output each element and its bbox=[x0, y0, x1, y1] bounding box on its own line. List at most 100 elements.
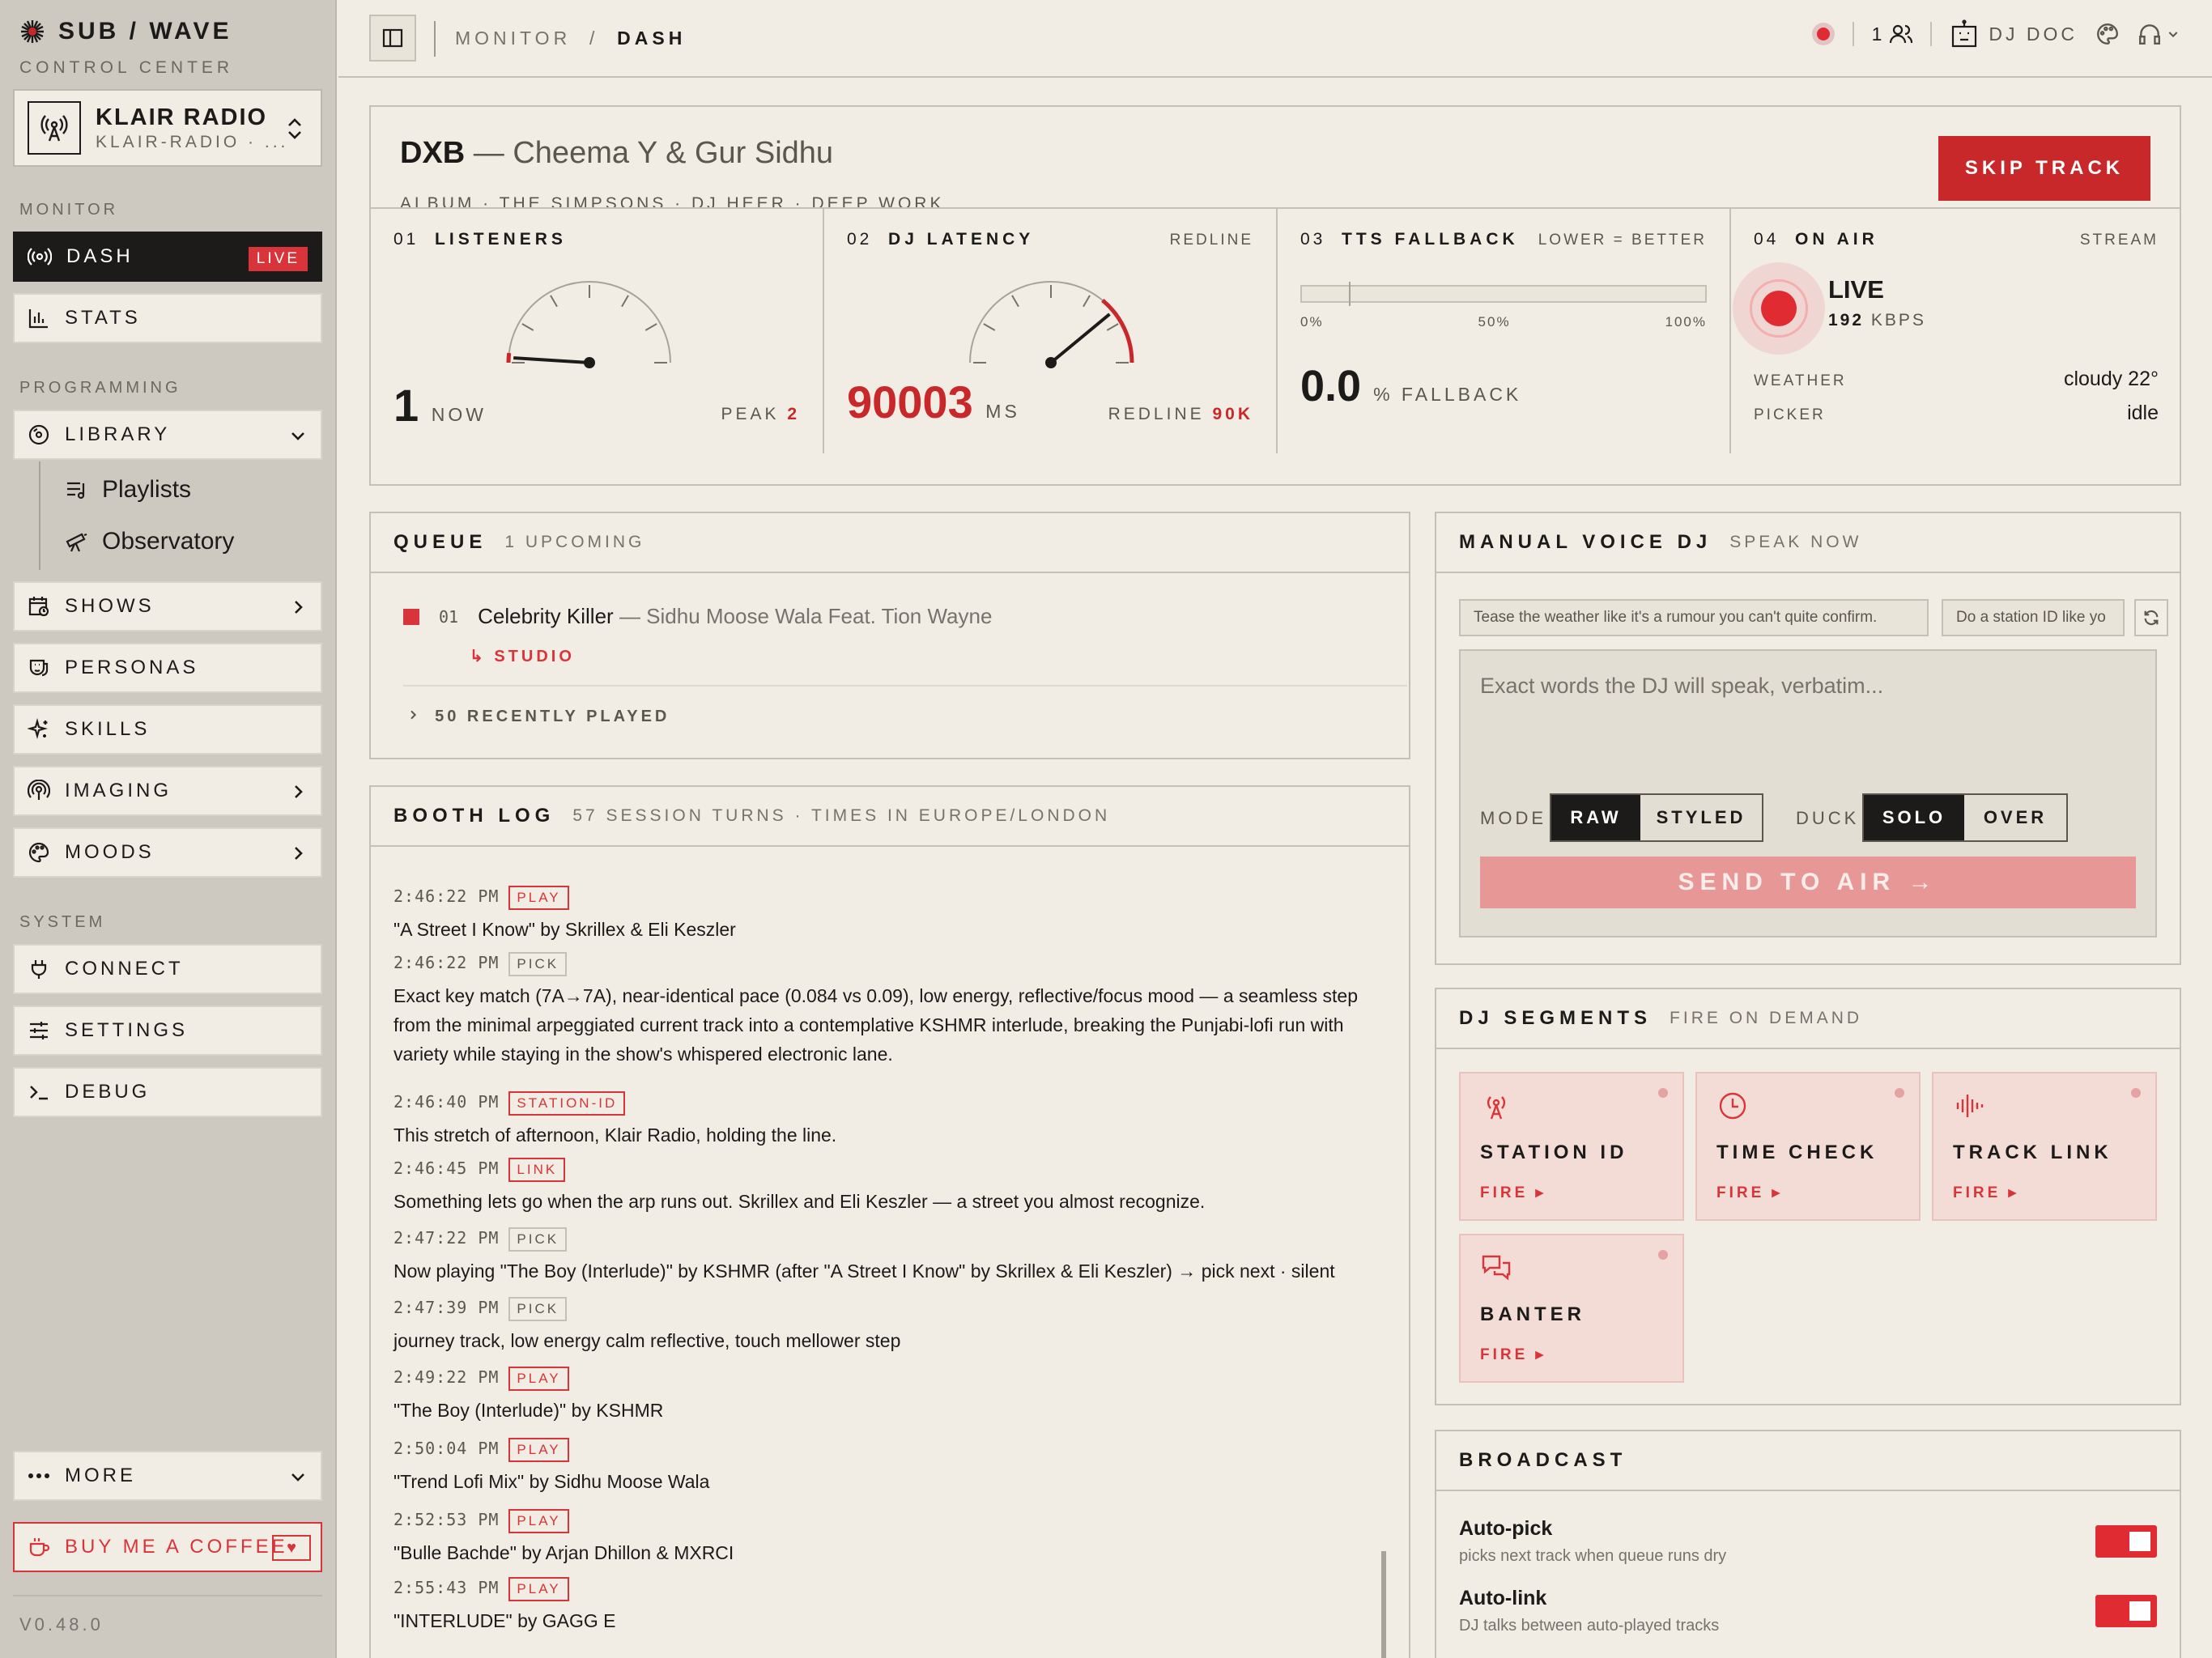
playlist-icon bbox=[67, 482, 85, 500]
broadcast-icon bbox=[28, 248, 52, 266]
dj-script-placeholder: Exact words the DJ will speak, verbatim.… bbox=[1480, 674, 1884, 698]
sidebar-item-shows[interactable]: SHOWS bbox=[13, 581, 322, 631]
sidebar-subitem-playlists[interactable]: Playlists bbox=[65, 476, 191, 504]
log-time: 2:46:45 PM bbox=[393, 1158, 500, 1178]
sidebar-item-moods[interactable]: MOODS bbox=[13, 827, 322, 878]
sidebar-subitem-observatory[interactable]: Observatory bbox=[65, 528, 234, 555]
log-time: 2:47:39 PM bbox=[393, 1298, 500, 1317]
sidebar-item-label: MORE bbox=[65, 1465, 136, 1486]
sidebar-item-stats[interactable]: STATS bbox=[13, 293, 322, 343]
queue-panel: QUEUE 1 UPCOMING 01 Celebrity Killer — S… bbox=[369, 512, 1410, 759]
breadcrumb: MONITOR / DASH bbox=[455, 28, 686, 49]
sidebar-item-label: SHOWS bbox=[65, 595, 155, 617]
send-to-air-button[interactable]: SEND TO AIR → bbox=[1480, 857, 2136, 908]
sidebar-item-label: STATS bbox=[65, 307, 141, 329]
chevron-right-icon bbox=[410, 710, 417, 720]
mode-styled-option[interactable]: STYLED bbox=[1640, 795, 1762, 840]
dj-selector[interactable]: DJ DOC bbox=[1950, 19, 2078, 49]
voice-dj-subtitle: SPEAK NOW bbox=[1729, 533, 1862, 551]
segment-card-track-link[interactable]: TRACK LINK FIRE ▸ bbox=[1932, 1072, 2157, 1221]
log-entry: 2:50:04 PM PLAY "Trend Lofi Mix" by Sidhu … bbox=[393, 1438, 1389, 1496]
booth-log-panel: BOOTH LOG 57 SESSION TURNS · TIMES IN EU… bbox=[369, 785, 1410, 1658]
broadcast-title: BROADCAST bbox=[1459, 1449, 1627, 1471]
listeners-value: 1 NOW bbox=[393, 379, 487, 432]
auto-pick-toggle[interactable] bbox=[2095, 1525, 2157, 1558]
gauge-tick bbox=[621, 295, 629, 308]
sidebar-item-debug[interactable]: DEBUG bbox=[13, 1067, 322, 1117]
log-entry: 2:46:45 PM LINK Something lets go when the… bbox=[393, 1158, 1389, 1216]
antenna-icon bbox=[28, 101, 81, 155]
stat-dj-latency: 02 DJ LATENCY REDLINE 90003 MS REDLINE 9… bbox=[824, 209, 1278, 453]
setting-desc: DJ talks between auto-played tracks bbox=[1459, 1617, 1720, 1635]
sidebar-item-personas[interactable]: PERSONAS bbox=[13, 643, 322, 693]
mode-raw-option[interactable]: RAW bbox=[1551, 795, 1640, 840]
redline-value: 90K bbox=[1212, 405, 1253, 423]
stat-header: 04 ON AIR bbox=[1754, 230, 1878, 249]
queue-title: QUEUE bbox=[393, 531, 487, 553]
log-message: "INTERLUDE" by GAGG E bbox=[393, 1610, 616, 1631]
stat-header: 01 LISTENERS bbox=[393, 230, 567, 249]
recently-played-toggle[interactable]: 50 RECENTLY PLAYED bbox=[406, 708, 670, 726]
queue-item[interactable]: 01 Celebrity Killer — Sidhu Moose Wala F… bbox=[403, 604, 992, 629]
log-scrollbar[interactable] bbox=[1381, 1551, 1386, 1658]
plug-icon bbox=[31, 960, 47, 979]
prompt-chip[interactable]: Do a station ID like yo bbox=[1942, 599, 2125, 636]
gauge-hub bbox=[1045, 357, 1057, 368]
sidebar-item-connect[interactable]: CONNECT bbox=[13, 944, 322, 994]
segment-title: STATION ID bbox=[1480, 1141, 1628, 1163]
broadcast-header: BROADCAST bbox=[1436, 1431, 2180, 1491]
auto-link-toggle[interactable] bbox=[2095, 1595, 2157, 1627]
stat-label: ON AIR bbox=[1795, 230, 1878, 249]
station-switcher[interactable]: KLAIR RADIO KLAIR-RADIO · ... bbox=[13, 89, 322, 167]
segment-card-station-id[interactable]: STATION ID FIRE ▸ bbox=[1459, 1072, 1684, 1221]
log-time: 2:52:53 PM bbox=[393, 1510, 500, 1529]
duck-solo-option[interactable]: SOLO bbox=[1864, 795, 1964, 840]
buy-me-a-coffee-button[interactable]: BUY ME A COFFEE ♥ bbox=[13, 1522, 322, 1572]
tts-percent: 0.0 bbox=[1300, 362, 1362, 410]
segment-card-banter[interactable]: BANTER FIRE ▸ bbox=[1459, 1234, 1684, 1383]
breadcrumb-root[interactable]: MONITOR bbox=[455, 28, 571, 49]
live-badge: LIVE bbox=[248, 247, 308, 271]
palette-icon[interactable] bbox=[2095, 22, 2120, 46]
sidebar-item-settings[interactable]: SETTINGS bbox=[13, 1005, 322, 1056]
sidebar-item-library[interactable]: LIBRARY bbox=[13, 410, 322, 460]
stat-right-label: LOWER = BETTER bbox=[1538, 232, 1707, 249]
prompt-chip[interactable]: Tease the weather like it's a rumour you… bbox=[1459, 599, 1929, 636]
log-tag: PLAY bbox=[508, 1509, 569, 1533]
topbar-actions: 1 DJ DOC bbox=[1811, 19, 2180, 49]
brand[interactable]: SUB / WAVE bbox=[19, 18, 232, 45]
sidebar-more-toggle[interactable]: MORE bbox=[13, 1451, 322, 1501]
queue-divider bbox=[403, 685, 1407, 687]
recently-played-label: 50 RECENTLY PLAYED bbox=[435, 708, 670, 725]
skip-track-button[interactable]: SKIP TRACK bbox=[1938, 136, 2150, 201]
sidebar-toggle-button[interactable] bbox=[369, 15, 416, 62]
log-entry: 2:46:22 PM PLAY "A Street I Know" by Skril… bbox=[393, 886, 1389, 944]
topbar-divider bbox=[1930, 22, 1933, 46]
picker-value: idle bbox=[2127, 402, 2159, 424]
listeners-count: 1 bbox=[393, 380, 419, 431]
gauge-tick bbox=[550, 295, 558, 308]
sidebar-item-skills[interactable]: SKILLS bbox=[13, 704, 322, 755]
booth-log-list[interactable]: 2:46:22 PM PLAY "A Street I Know" by Skril… bbox=[371, 848, 1409, 1645]
sidebar-item-dash[interactable]: DASH LIVE bbox=[13, 232, 322, 282]
listener-count[interactable]: 1 bbox=[1872, 23, 1913, 45]
segment-card-time-check[interactable]: TIME CHECK FIRE ▸ bbox=[1695, 1072, 1921, 1221]
listeners-unit: NOW bbox=[431, 404, 487, 425]
sidebar-item-imaging[interactable]: IMAGING bbox=[13, 766, 322, 816]
log-message: "Trend Lofi Mix" by Sidhu Moose Wala bbox=[393, 1471, 710, 1492]
on-air-status: LIVE bbox=[1828, 275, 1884, 304]
stat-label: TTS FALLBACK bbox=[1342, 230, 1519, 249]
tick-label: 100% bbox=[1665, 314, 1707, 329]
duck-over-option[interactable]: OVER bbox=[1964, 795, 2066, 840]
gauge-tick bbox=[1106, 323, 1119, 331]
refresh-prompts-button[interactable] bbox=[2134, 599, 2168, 636]
queue-header: QUEUE 1 UPCOMING bbox=[371, 513, 1409, 573]
sidebar-divider bbox=[13, 1595, 322, 1596]
gauge-needle bbox=[1049, 312, 1111, 364]
dj-script-input[interactable]: Exact words the DJ will speak, verbatim.… bbox=[1459, 649, 2157, 937]
section-monitor: MONITOR bbox=[19, 201, 119, 219]
log-time: 2:46:22 PM bbox=[393, 953, 500, 972]
audio-output-menu[interactable] bbox=[2138, 22, 2180, 46]
log-time: 2:47:22 PM bbox=[393, 1228, 500, 1248]
sidebar-panel-icon bbox=[382, 28, 403, 48]
